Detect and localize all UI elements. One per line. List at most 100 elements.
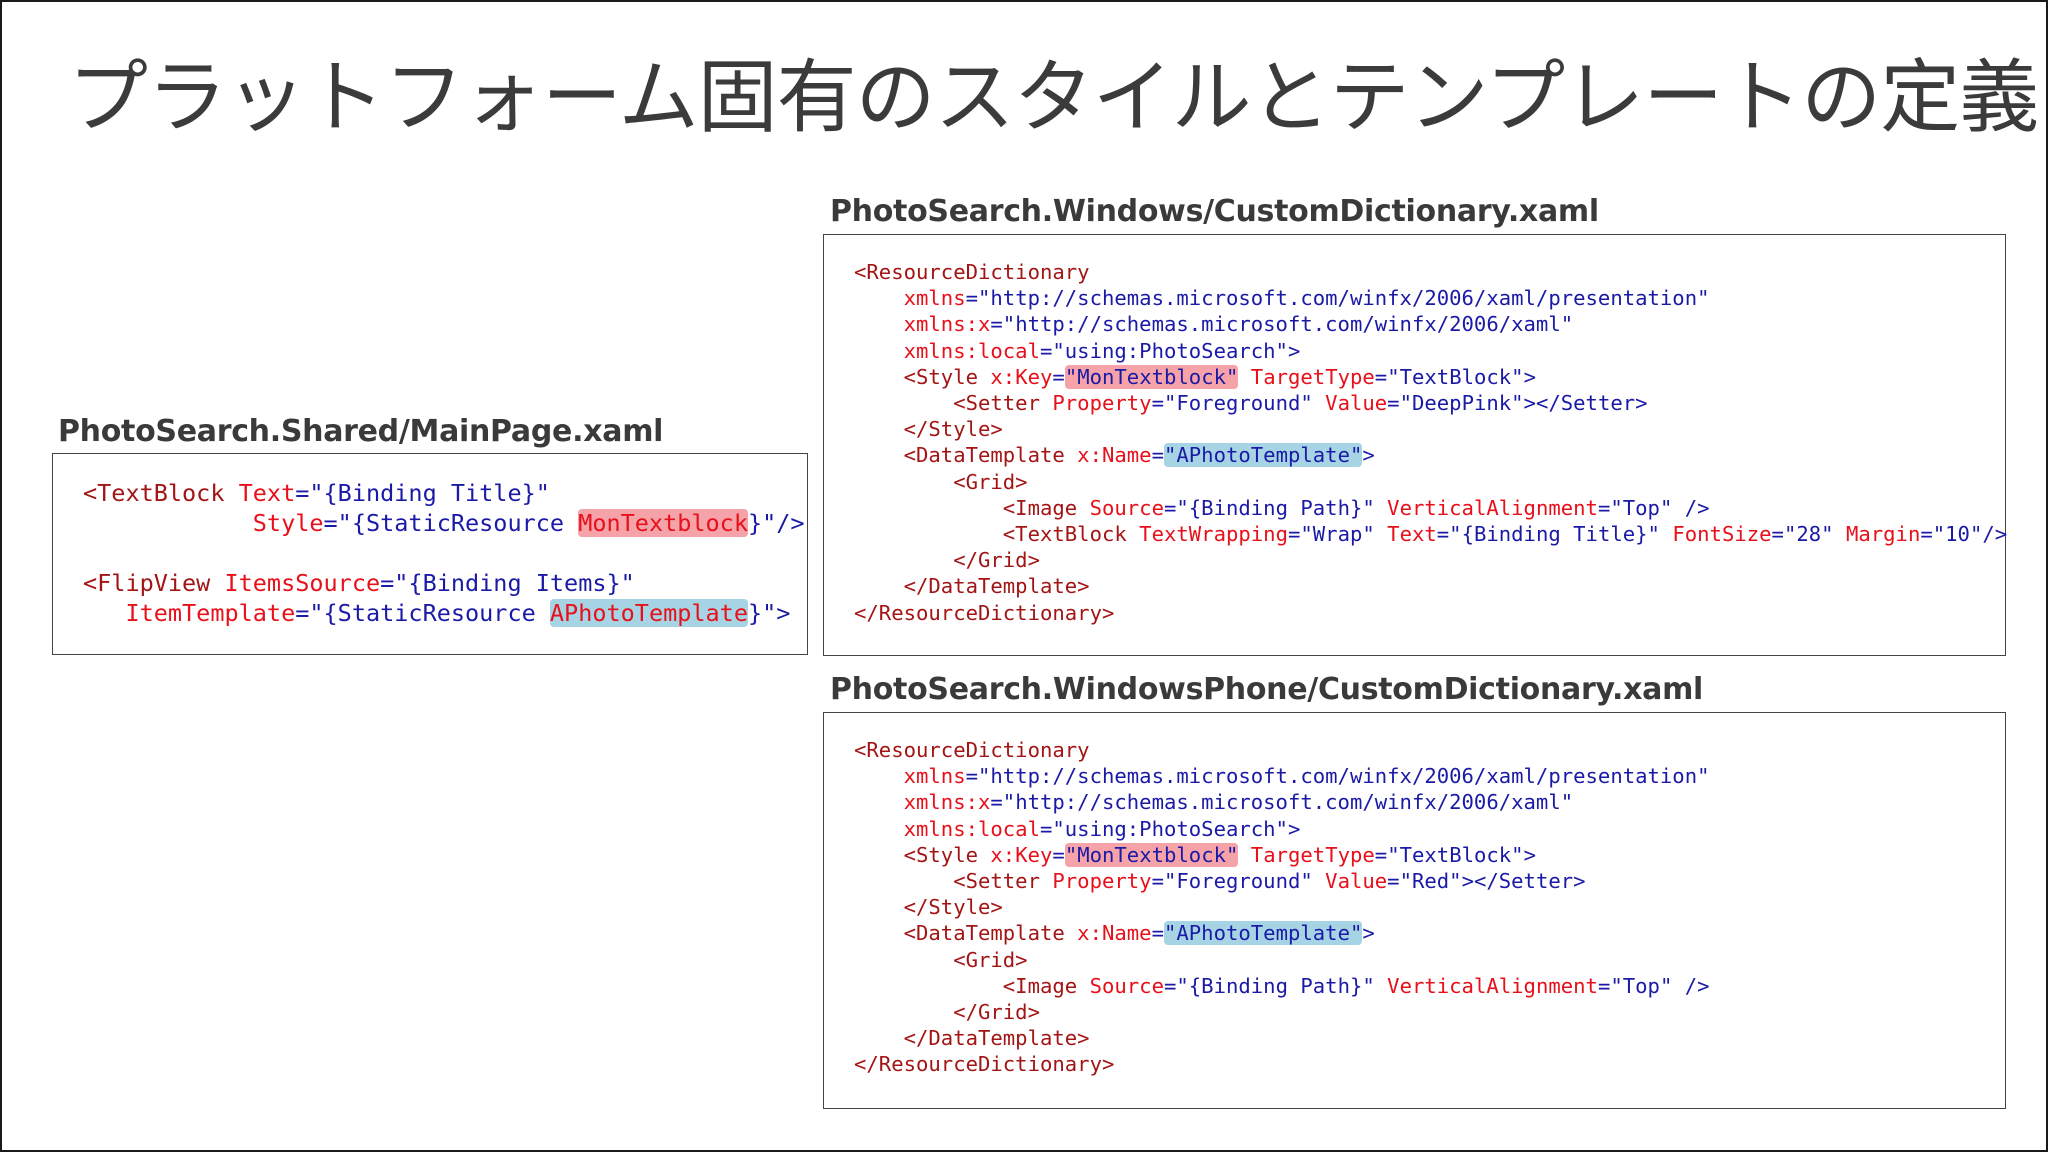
code-token: ="{Binding Path}" — [1163, 973, 1375, 998]
code-line: <Style x:Key="MonTextblock" TargetType="… — [854, 364, 2007, 390]
code-token: FontSize — [1659, 522, 1772, 547]
code-token: ItemTemplate — [83, 599, 296, 627]
code-line: <Style x:Key="MonTextblock" TargetType="… — [854, 842, 1710, 868]
code-token: <Grid> — [854, 947, 1028, 972]
shared-code: <TextBlock Text="{Binding Title}" Style=… — [83, 478, 805, 628]
code-token: > — [1362, 921, 1375, 946]
highlighted-resource-key: "MonTextblock" — [1064, 842, 1239, 867]
code-token: ="TextBlock"> — [1374, 842, 1536, 867]
code-token: ="28" — [1771, 522, 1834, 547]
code-line: <Setter Property="Foreground" Value="Dee… — [854, 390, 2007, 416]
code-token: ="http://schemas.microsoft.com/winfx/200… — [965, 286, 1710, 311]
code-token: </DataTemplate> — [854, 1026, 1090, 1051]
code-token: = — [1151, 443, 1164, 468]
code-token: Text — [224, 479, 296, 507]
code-line: </DataTemplate> — [854, 1025, 1710, 1051]
code-token: ="{StaticResource — [295, 599, 550, 627]
code-token: TargetType — [1238, 364, 1375, 389]
code-token: </Style> — [854, 895, 1003, 920]
code-token: <Setter — [854, 869, 1040, 894]
code-token: <FlipView — [83, 569, 211, 597]
code-token: Property — [1039, 391, 1152, 416]
code-token: ="Foreground" — [1151, 869, 1313, 894]
code-token: <Style — [854, 364, 978, 389]
code-line: </Style> — [854, 894, 1710, 920]
code-token: ="http://schemas.microsoft.com/winfx/200… — [990, 790, 1574, 815]
shared-code-box: <TextBlock Text="{Binding Title}" Style=… — [52, 453, 808, 655]
slide-title: プラットフォーム固有のスタイルとテンプレートの定義 — [68, 51, 2039, 144]
code-line: xmlns:x="http://schemas.microsoft.com/wi… — [854, 789, 1710, 815]
shared-file-caption: PhotoSearch.Shared/MainPage.xaml — [58, 414, 664, 449]
code-token: }"/> — [747, 509, 805, 537]
code-line: </Grid> — [854, 547, 2007, 573]
code-line: xmlns="http://schemas.microsoft.com/winf… — [854, 285, 2007, 311]
code-token: x:Key — [978, 842, 1053, 867]
code-token: VerticalAlignment — [1374, 495, 1598, 520]
code-token: }"> — [747, 599, 791, 627]
code-token: xmlns:local — [854, 338, 1040, 363]
highlighted-resource-key: "APhotoTemplate" — [1163, 443, 1363, 468]
code-token: Value — [1312, 391, 1388, 416]
code-token: ="DeepPink"></Setter> — [1387, 391, 1648, 416]
highlighted-resource-key: APhotoTemplate — [549, 599, 748, 627]
highlighted-resource-key: MonTextblock — [578, 509, 748, 537]
code-token: ="Top" /> — [1597, 495, 1710, 520]
code-token: ="{StaticResource — [323, 509, 579, 537]
code-token: ="Top" /> — [1597, 973, 1710, 998]
code-line: xmlns="http://schemas.microsoft.com/winf… — [854, 763, 1710, 789]
code-token: <Grid> — [854, 469, 1028, 494]
code-token: <Image — [854, 495, 1078, 520]
code-token: ="using:PhotoSearch"> — [1039, 338, 1301, 363]
code-token: </Style> — [854, 417, 1003, 442]
code-token: xmlns:x — [854, 312, 991, 337]
code-token: ="10"/> — [1920, 522, 2008, 547]
code-token: <TextBlock — [83, 479, 225, 507]
code-line: <Grid> — [854, 469, 2007, 495]
code-token: <Image — [854, 973, 1078, 998]
code-line: Style="{StaticResource MonTextblock}"/> — [83, 508, 805, 538]
code-token: ="Red"></Setter> — [1387, 869, 1586, 894]
code-token: VerticalAlignment — [1374, 973, 1598, 998]
code-token: <ResourceDictionary — [854, 738, 1090, 762]
code-line: <DataTemplate x:Name="APhotoTemplate"> — [854, 920, 1710, 946]
code-token: x:Name — [1064, 921, 1152, 946]
code-line: <Image Source="{Binding Path}" VerticalA… — [854, 973, 1710, 999]
code-token: Property — [1039, 869, 1152, 894]
code-line: <ResourceDictionary — [854, 259, 2007, 285]
code-token: x:Name — [1064, 443, 1152, 468]
code-line: <DataTemplate x:Name="APhotoTemplate"> — [854, 442, 2007, 468]
code-token: ="{Binding Title}" — [295, 479, 550, 507]
windows-file-caption: PhotoSearch.Windows/CustomDictionary.xam… — [830, 194, 1599, 229]
code-token: <TextBlock — [854, 522, 1127, 547]
highlighted-resource-key: "APhotoTemplate" — [1163, 921, 1363, 946]
code-token: xmlns:local — [854, 816, 1040, 841]
code-token: xmlns — [854, 764, 966, 789]
code-token: Source — [1077, 973, 1164, 998]
code-token: > — [1362, 443, 1375, 468]
code-token: ="Wrap" — [1287, 522, 1375, 547]
code-token: ="Foreground" — [1151, 391, 1313, 416]
code-line: </ResourceDictionary> — [854, 1051, 1710, 1077]
code-line: <ResourceDictionary — [854, 737, 1710, 763]
windows-code: <ResourceDictionary xmlns="http://schema… — [854, 259, 2007, 626]
code-line: <Grid> — [854, 947, 1710, 973]
code-token: </Grid> — [854, 1000, 1040, 1025]
code-token: ="http://schemas.microsoft.com/winfx/200… — [965, 764, 1710, 789]
phone-file-caption: PhotoSearch.WindowsPhone/CustomDictionar… — [830, 672, 1704, 707]
code-token: = — [1151, 921, 1164, 946]
code-token: x:Key — [978, 364, 1053, 389]
code-token: ="{Binding Items}" — [380, 569, 635, 597]
code-token: <Style — [854, 842, 978, 867]
code-line: xmlns:local="using:PhotoSearch"> — [854, 338, 2007, 364]
code-token: ItemsSource — [210, 569, 381, 597]
phone-code-box: <ResourceDictionary xmlns="http://schema… — [823, 712, 2006, 1109]
code-line: </Style> — [854, 416, 2007, 442]
code-line: <Image Source="{Binding Path}" VerticalA… — [854, 495, 2007, 521]
code-token: ="{Binding Title}" — [1436, 522, 1660, 547]
code-token: Value — [1312, 869, 1388, 894]
code-token: Source — [1077, 495, 1164, 520]
code-token: <DataTemplate — [854, 443, 1065, 468]
code-token: Text — [1374, 522, 1437, 547]
code-line: <TextBlock Text="{Binding Title}" — [83, 478, 805, 508]
